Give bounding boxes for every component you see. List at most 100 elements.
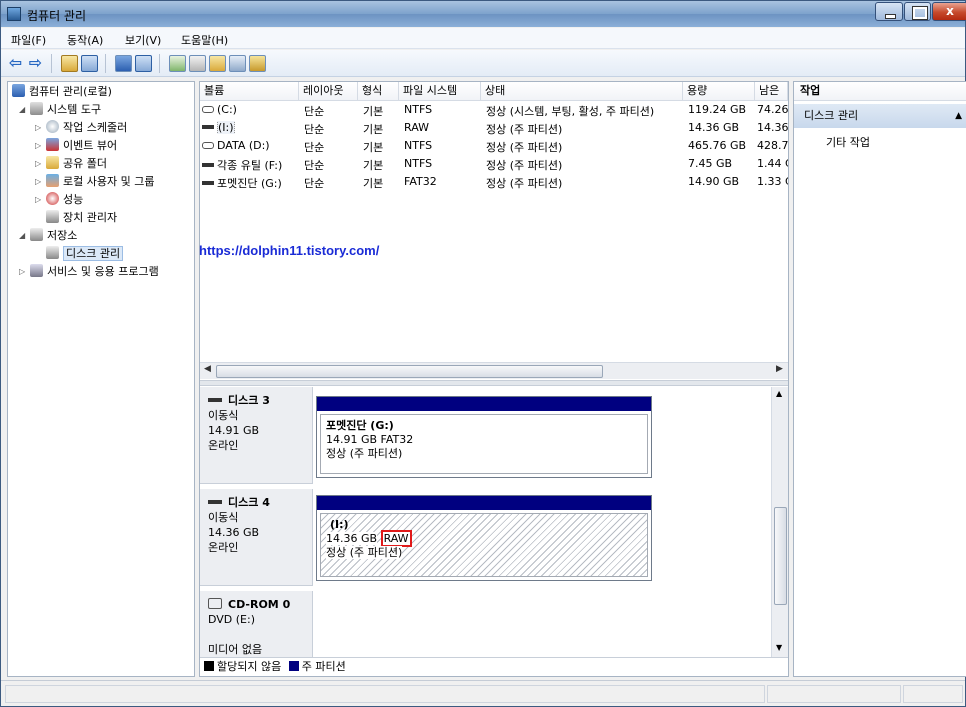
volume-row[interactable]: 각종 유틸 (F:) 단순 기본 NTFS 정상 (주 파티션) 7.45 GB… <box>200 156 788 173</box>
collapse-caret-icon[interactable]: ▲ <box>955 104 962 128</box>
tree-node-storage[interactable]: ◢ 저장소 <box>19 228 77 244</box>
tree-node-performance[interactable]: ▷ 성능 <box>35 192 83 208</box>
primary-partition-bar <box>317 397 651 411</box>
expand-arrow-icon[interactable]: ▷ <box>35 156 41 172</box>
expand-arrow-icon[interactable]: ▷ <box>35 192 41 208</box>
volume-type: 기본 <box>363 105 384 118</box>
help-icon[interactable] <box>115 55 132 72</box>
toolbar-separator <box>105 54 106 73</box>
show-hide-tree-icon[interactable] <box>81 55 98 72</box>
scroll-right-arrow-icon[interactable]: ▶ <box>776 364 783 374</box>
volume-layout: 단순 <box>304 123 325 136</box>
column-file-system[interactable]: 파일 시스템 <box>399 82 481 101</box>
partition-g-size: 14.91 GB FAT32 <box>326 433 414 446</box>
maximize-button[interactable] <box>904 2 931 21</box>
toolbar-separator <box>159 54 160 73</box>
collapse-arrow-icon[interactable]: ◢ <box>19 228 25 244</box>
tree-node-system-tools[interactable]: ◢ 시스템 도구 <box>19 102 101 118</box>
actions-section-disk-management[interactable]: 디스크 관리 ▲ <box>794 104 966 128</box>
primary-partition-bar <box>317 496 651 510</box>
partition-i[interactable]: (I:) 14.36 GB RAW 정상 (주 파티션) <box>316 495 652 581</box>
vertical-scrollbar[interactable]: ▲ ▼ <box>771 387 788 657</box>
removable-drive-icon <box>202 163 214 167</box>
volume-file-system: NTFS <box>404 103 433 116</box>
scroll-left-arrow-icon[interactable]: ◀ <box>204 364 211 374</box>
more-actions-item[interactable]: 기타 작업 <box>826 134 870 150</box>
volume-type: 기본 <box>363 159 384 172</box>
volume-file-system: NTFS <box>404 157 433 170</box>
status-bar <box>1 680 965 706</box>
vertical-scroll-thumb[interactable] <box>774 507 787 605</box>
legend-unallocated: 할당되지 않음 <box>217 660 282 673</box>
horizontal-scroll-thumb[interactable] <box>216 365 603 378</box>
removable-disk-icon <box>208 398 222 402</box>
tree-node-shared-folders[interactable]: ▷ 공유 폴더 <box>35 156 107 172</box>
open-folder-icon[interactable] <box>209 55 226 72</box>
partition-i-status: 정상 (주 파티션) <box>326 546 403 559</box>
disk-3-label[interactable]: 디스크 3 이동식 14.91 GB 온라인 <box>200 387 313 484</box>
cdrom-0-label[interactable]: CD-ROM 0 DVD (E:) 미디어 없음 <box>200 591 313 657</box>
expand-arrow-icon[interactable]: ▷ <box>35 138 41 154</box>
volume-status: 정상 (주 파티션) <box>486 141 563 154</box>
up-folder-icon[interactable] <box>61 55 78 72</box>
volume-row[interactable]: (I:) 단순 기본 RAW 정상 (주 파티션) 14.36 GB 14.36 <box>200 120 788 137</box>
tree-node-disk-management[interactable]: 디스크 관리 <box>46 246 124 262</box>
disk-4-label[interactable]: 디스크 4 이동식 14.36 GB 온라인 <box>200 489 313 586</box>
collapse-arrow-icon[interactable]: ◢ <box>19 102 25 118</box>
back-arrow-icon[interactable]: ⇦ <box>7 55 24 72</box>
menu-file[interactable]: 파일(F) <box>11 32 46 48</box>
properties-icon[interactable] <box>189 55 206 72</box>
partition-g-name: 포멧진단 (G:) <box>326 419 394 432</box>
volume-row[interactable]: (C:) 단순 기본 NTFS 정상 (시스템, 부팅, 활성, 주 파티션) … <box>200 102 788 119</box>
volume-row[interactable]: 포멧진단 (G:) 단순 기본 FAT32 정상 (주 파티션) 14.90 G… <box>200 174 788 191</box>
horizontal-scrollbar[interactable]: ◀ ▶ <box>200 362 788 379</box>
partition-g[interactable]: 포멧진단 (G:) 14.91 GB FAT32 정상 (주 파티션) <box>316 396 652 478</box>
partition-i-body: (I:) 14.36 GB RAW 정상 (주 파티션) <box>320 513 648 577</box>
computer-management-window: 컴퓨터 관리 x 파일(F) 동작(A) 보기(V) 도움말(H) ⇦ ⇨ 컴퓨… <box>0 0 966 707</box>
volume-file-system: FAT32 <box>404 175 437 188</box>
partition-g-status: 정상 (주 파티션) <box>326 447 403 460</box>
status-cell <box>767 685 901 703</box>
volume-type: 기본 <box>363 177 384 190</box>
column-volume[interactable]: 볼륨 <box>200 82 299 101</box>
pane-splitter[interactable] <box>200 380 788 386</box>
navigation-tree: 컴퓨터 관리(로컬) ◢ 시스템 도구 ▷ 작업 스케줄러 ▷ 이벤트 뷰어 ▷… <box>7 81 195 677</box>
refresh-icon[interactable] <box>169 55 186 72</box>
cdrom-0-name: CD-ROM 0 <box>208 597 304 612</box>
close-button[interactable]: x <box>932 2 966 21</box>
volume-capacity: 119.24 GB <box>688 103 747 116</box>
disk-3-name: 디스크 3 <box>208 393 304 408</box>
column-layout[interactable]: 레이아웃 <box>299 82 358 101</box>
volume-type: 기본 <box>363 141 384 154</box>
menu-action[interactable]: 동작(A) <box>67 32 103 48</box>
tree-node-event-viewer[interactable]: ▷ 이벤트 뷰어 <box>35 138 117 154</box>
forward-arrow-icon[interactable]: ⇨ <box>27 55 44 72</box>
expand-arrow-icon[interactable]: ▷ <box>35 174 41 190</box>
tree-node-computer-management[interactable]: 컴퓨터 관리(로컬) <box>12 84 112 100</box>
expand-arrow-icon[interactable]: ▷ <box>19 264 25 280</box>
column-capacity[interactable]: 용량 <box>683 82 755 101</box>
settings-icon[interactable] <box>249 55 266 72</box>
search-icon[interactable] <box>229 55 246 72</box>
volume-status: 정상 (주 파티션) <box>486 123 563 136</box>
minimize-button[interactable] <box>875 2 903 21</box>
volume-status: 정상 (주 파티션) <box>486 177 563 190</box>
removable-drive-icon <box>202 181 214 185</box>
tree-node-local-users[interactable]: ▷ 로컬 사용자 및 그룹 <box>35 174 154 190</box>
tree-node-services[interactable]: ▷ 서비스 및 응용 프로그램 <box>19 264 159 280</box>
menu-view[interactable]: 보기(V) <box>125 32 161 48</box>
scroll-down-arrow-icon[interactable]: ▼ <box>776 643 782 652</box>
scroll-up-arrow-icon[interactable]: ▲ <box>776 389 782 398</box>
tree-node-device-manager[interactable]: 장치 관리자 <box>46 210 117 226</box>
volume-free-space: 428.7 <box>757 139 788 152</box>
column-type[interactable]: 형식 <box>358 82 399 101</box>
menu-help[interactable]: 도움말(H) <box>181 32 228 48</box>
partition-i-size-line: 14.36 GB RAW <box>326 530 642 547</box>
volume-row[interactable]: DATA (D:) 단순 기본 NTFS 정상 (주 파티션) 465.76 G… <box>200 138 788 155</box>
show-hide-action-pane-icon[interactable] <box>135 55 152 72</box>
column-status[interactable]: 상태 <box>481 82 683 101</box>
column-free-space[interactable]: 남은 <box>755 82 788 101</box>
expand-arrow-icon[interactable]: ▷ <box>35 120 41 136</box>
disk-management-icon <box>46 246 59 259</box>
tree-node-task-scheduler[interactable]: ▷ 작업 스케줄러 <box>35 120 127 136</box>
